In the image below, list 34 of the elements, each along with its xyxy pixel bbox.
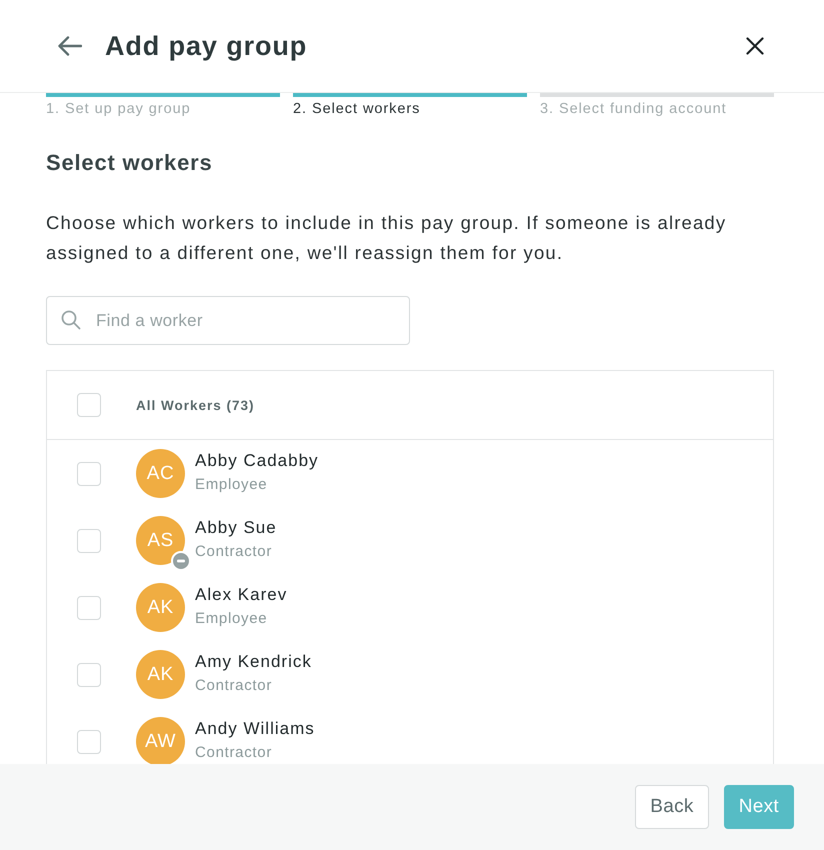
worker-name: Abby Cadabby: [195, 450, 319, 472]
step-label[interactable]: 2. Select workers: [293, 100, 420, 118]
column-header: All Workers (73): [136, 398, 255, 412]
avatar: AW: [136, 717, 185, 764]
section-description: Choose which workers to include in this pay group. If someone is already assigned to a different one, we'll reassign them for you.: [46, 211, 728, 265]
worker-checkbox[interactable]: [77, 596, 101, 620]
worker-name: Abby Sue: [195, 517, 277, 539]
dialog-title: Add pay group: [105, 30, 308, 62]
worker-role: Contractor: [195, 676, 272, 696]
worker-name: Alex Karev: [195, 584, 288, 606]
worker-checkbox[interactable]: [77, 528, 101, 552]
worker-role: Contractor: [195, 743, 272, 763]
avatar: AK: [136, 583, 185, 632]
worker-name: Amy Kendrick: [195, 651, 312, 673]
worker-checkbox[interactable]: [77, 462, 101, 486]
next-button[interactable]: Next: [724, 785, 794, 829]
worker-role: Employee: [195, 475, 268, 495]
close-icon[interactable]: [746, 37, 764, 55]
step-label[interactable]: 3. Select funding account: [540, 100, 727, 118]
avatar: AS: [136, 516, 185, 565]
worker-checkbox[interactable]: [77, 662, 101, 686]
back-arrow-icon[interactable]: [58, 36, 82, 56]
step-label[interactable]: 1. Set up pay group: [46, 100, 191, 118]
avatar: AK: [136, 650, 185, 699]
back-button[interactable]: Back: [635, 785, 709, 829]
section-heading: Select workers: [46, 150, 213, 176]
worker-name: Andy Williams: [195, 718, 315, 740]
search-field[interactable]: Find a worker: [46, 296, 410, 345]
worker-role: Employee: [195, 609, 268, 629]
worker-checkbox[interactable]: [77, 730, 101, 754]
search-icon: [61, 310, 81, 330]
select-all-checkbox[interactable]: [77, 393, 101, 417]
avatar: AC: [136, 449, 185, 498]
worker-role: Contractor: [195, 542, 272, 562]
